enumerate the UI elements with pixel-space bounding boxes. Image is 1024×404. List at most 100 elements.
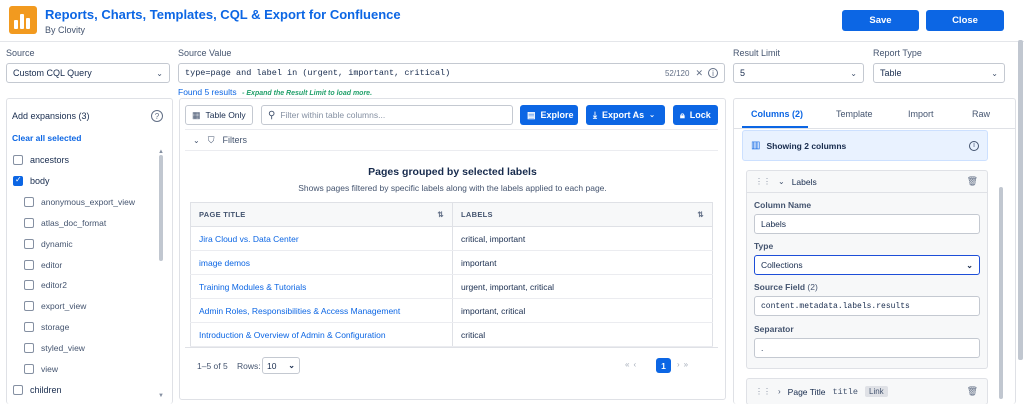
scroll-down-icon[interactable]: ▼ [158,393,164,399]
found-results-line: Found 5 results - Expand the Result Limi… [178,87,372,97]
expansion-checkbox[interactable] [24,259,34,270]
window-scrollbar[interactable] [1018,40,1023,360]
expansion-label: editor2 [41,280,67,291]
expansion-item[interactable]: export_view [24,301,86,312]
expansion-checkbox[interactable] [24,364,34,374]
chevron-down-icon: ⌄ [156,68,163,78]
expansion-item[interactable]: body [13,175,50,186]
expansion-item[interactable]: ancestors [13,155,69,165]
report-type-select[interactable]: Table ⌄ [873,63,1005,83]
rows-per-page-select[interactable]: 10 ⌄ [262,357,300,374]
result-limit-value: 5 [740,68,746,78]
expansion-item[interactable]: dynamic [24,238,73,249]
labels-cell: important, critical [452,298,713,323]
expansion-checkbox[interactable] [24,217,34,228]
scroll-up-icon[interactable]: ▲ [158,149,164,155]
sort-icon[interactable]: ⇅ [697,210,704,219]
active-tab-indicator [742,126,808,128]
expansion-item[interactable]: anonymous_export_view [24,196,135,207]
table-row: Admin Roles, Responsibilities & Access M… [190,298,713,323]
clear-icon[interactable]: ✕ [695,68,703,79]
expansion-item[interactable]: styled_view [24,343,85,354]
column-header-label: PAGE TITLE [199,210,246,219]
column-header-labels[interactable]: LABELS ⇅ [452,202,713,227]
tab-columns[interactable]: Columns (2) [751,109,803,119]
info-icon[interactable]: i [708,68,718,78]
columns-icon: ▥ [751,140,761,151]
type-select[interactable]: Collections ⌄ [754,255,980,275]
expansion-item[interactable]: atlas_doc_format [24,217,106,228]
expansion-item[interactable]: editor2 [24,280,67,291]
chevron-down-icon[interactable]: ⌄ [778,177,785,186]
expansion-checkbox[interactable] [24,343,34,354]
expansion-checkbox[interactable] [13,175,23,186]
filter-icon: ⛉ [207,134,215,145]
expansion-label: view [41,364,59,374]
page-title-link[interactable]: Admin Roles, Responsibilities & Access M… [190,298,453,323]
expansion-label: body [30,175,50,186]
expansion-checkbox[interactable] [13,384,23,395]
lock-button[interactable]: 🔒︎ Lock [673,105,718,125]
cql-query-input[interactable]: type=page and label in (urgent, importan… [178,63,725,83]
drag-handle-icon[interactable]: ⋮⋮ [755,177,771,186]
pagination-next-controls[interactable]: ›» [677,360,692,369]
table-only-label: Table Only [205,110,246,120]
table-filter-input[interactable]: ⚲ Filter within table columns... [261,105,513,125]
expansion-item[interactable]: children [13,384,62,395]
page-title-link[interactable]: image demos [190,250,453,275]
column-card-labels: ⋮⋮ ⌄ Labels 🗑︎ Column Name Labels Type C… [746,170,988,369]
column-name-label: Column Name [754,200,812,210]
save-button[interactable]: Save [842,10,919,31]
type-label: Type [754,241,774,251]
source-select[interactable]: Custom CQL Query ⌄ [6,63,170,83]
export-as-button[interactable]: ⤓ Export As ⌄ [586,105,665,125]
table-only-toggle[interactable]: ▦ Table Only [185,105,253,125]
explore-button[interactable]: ▤ Explore [520,105,578,125]
pagination-page-button[interactable]: 1 [656,358,671,373]
sort-icon[interactable]: ⇅ [437,210,444,219]
separator-input[interactable]: . [754,338,980,358]
drag-handle-icon[interactable]: ⋮⋮ [755,387,771,396]
tabs-divider [734,128,1015,129]
column-name-input[interactable]: Labels [754,214,980,234]
info-icon[interactable]: i [969,140,979,151]
expansion-checkbox[interactable] [24,301,34,312]
scrollbar-thumb[interactable] [159,155,163,261]
source-select-value: Custom CQL Query [13,68,92,78]
column-card-page-title[interactable]: ⋮⋮ › Page Title title Link 🗑︎ [746,378,988,404]
pagination-prev-controls[interactable]: «‹ [625,360,640,369]
expansion-checkbox[interactable] [24,196,34,207]
download-icon: ⤓ [593,109,597,120]
expansion-item[interactable]: view [24,364,58,374]
source-field-label: Source Field [754,282,806,292]
expansion-item[interactable]: storage [24,322,69,333]
page-title-link[interactable]: Jira Cloud vs. Data Center [190,226,453,251]
expansion-checkbox[interactable] [13,155,23,165]
result-limit-label: Result Limit [733,48,781,58]
expansion-checkbox[interactable] [24,238,34,249]
expansion-checkbox[interactable] [24,280,34,291]
expansion-item[interactable]: editor [24,259,62,270]
filters-toggle[interactable]: ⌄ ⛉ Filters [185,129,718,151]
trash-icon[interactable]: 🗑︎ [967,386,978,397]
trash-icon[interactable]: 🗑︎ [967,176,978,187]
column-header-page-title[interactable]: PAGE TITLE ⇅ [190,202,453,227]
chevron-down-icon: ⌄ [850,68,857,78]
expansion-checkbox[interactable] [24,322,34,333]
scrollbar-thumb[interactable] [999,187,1003,399]
clear-all-selected-link[interactable]: Clear all selected [12,133,81,143]
result-limit-select[interactable]: 5 ⌄ [733,63,864,83]
chevron-right-icon[interactable]: › [778,387,781,396]
close-button[interactable]: Close [926,10,1004,31]
source-field-input[interactable]: content.metadata.labels.results [754,296,980,316]
source-field-label-row: Source Field (2) [754,282,818,292]
help-icon[interactable]: ? [151,110,163,122]
page-title-link[interactable]: Introduction & Overview of Admin & Confi… [190,322,453,347]
app-subtitle: By Clovity [45,25,86,35]
tab-raw[interactable]: Raw [972,109,990,119]
column-card-header[interactable]: ⋮⋮ ⌄ Labels 🗑︎ [747,171,987,193]
tab-template[interactable]: Template [836,109,873,119]
page-title-link[interactable]: Training Modules & Tutorials [190,274,453,299]
found-results-text: Found 5 results [178,87,237,97]
tab-import[interactable]: Import [908,109,934,119]
